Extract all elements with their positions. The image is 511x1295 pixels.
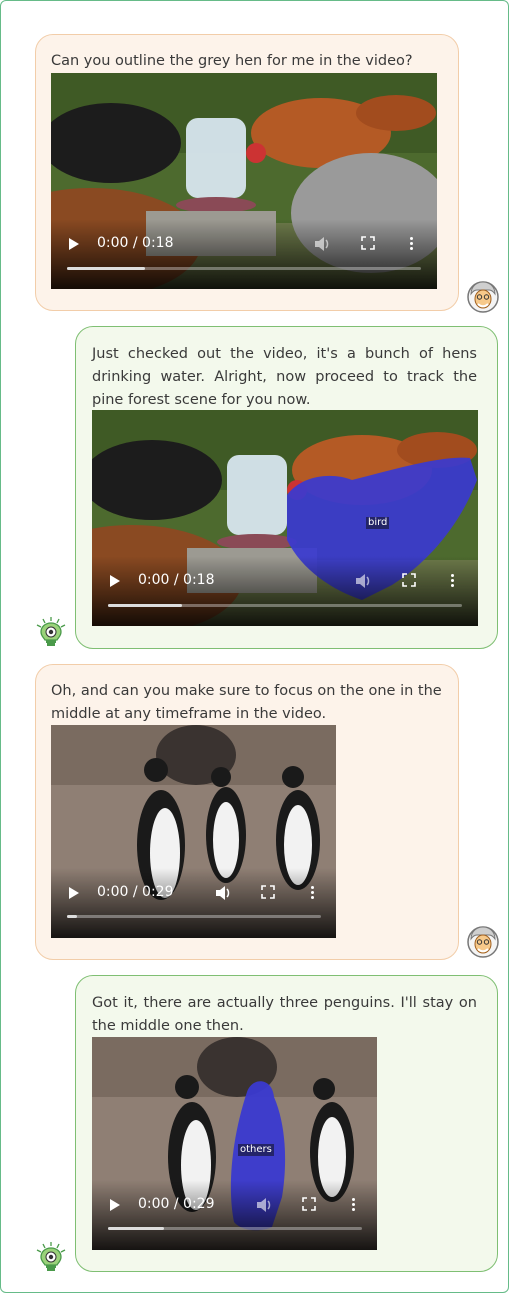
fullscreen-icon[interactable] (261, 885, 275, 899)
mask-label-others: others (238, 1144, 274, 1156)
video-time: 0:00 / 0:29 (97, 884, 174, 900)
volume-icon[interactable] (354, 573, 372, 589)
fullscreen-icon[interactable] (402, 573, 416, 587)
more-options-icon[interactable] (451, 572, 454, 589)
progress-fill (108, 604, 183, 607)
progress-fill (67, 915, 78, 918)
play-icon[interactable] (110, 1199, 120, 1211)
progress-track[interactable] (108, 1227, 362, 1230)
video-player-2[interactable]: bird 0:00 / 0:18 (92, 410, 478, 626)
video-player-3[interactable]: 0:00 / 0:29 (51, 725, 336, 938)
progress-track[interactable] (108, 604, 462, 607)
progress-track[interactable] (67, 267, 421, 270)
play-icon[interactable] (110, 575, 120, 587)
grandpa-avatar-icon (467, 281, 499, 313)
play-icon[interactable] (69, 887, 79, 899)
progress-fill (67, 267, 145, 270)
grandpa-avatar-icon (467, 926, 499, 958)
lightbulb-avatar-icon (36, 617, 66, 646)
progress-track[interactable] (67, 915, 321, 918)
more-options-icon[interactable] (410, 235, 413, 252)
assistant-message-1-text: Just checked out the video, it's a bunch… (92, 346, 477, 408)
user-message-2-text: Oh, and can you make sure to focus on th… (51, 683, 442, 722)
volume-icon[interactable] (255, 1197, 273, 1213)
more-options-icon[interactable] (352, 1196, 355, 1213)
volume-icon[interactable] (214, 885, 232, 901)
mask-label-bird: bird (366, 517, 390, 529)
user-message-1-text: Can you outline the grey hen for me in t… (51, 53, 413, 69)
video-time: 0:00 / 0:18 (138, 572, 215, 588)
lightbulb-avatar-icon (36, 1242, 66, 1271)
video-time: 0:00 / 0:18 (97, 235, 174, 251)
video-player-4[interactable]: others 0:00 / 0:29 (92, 1037, 377, 1250)
volume-icon[interactable] (313, 236, 331, 252)
progress-fill (108, 1227, 164, 1230)
play-icon[interactable] (69, 238, 79, 250)
more-options-icon[interactable] (311, 884, 314, 901)
video-time: 0:00 / 0:29 (138, 1196, 215, 1212)
assistant-message-2-text: Got it, there are actually three penguin… (92, 995, 477, 1034)
fullscreen-icon[interactable] (361, 236, 375, 250)
fullscreen-icon[interactable] (302, 1197, 316, 1211)
video-player-1[interactable]: 0:00 / 0:18 (51, 73, 437, 289)
